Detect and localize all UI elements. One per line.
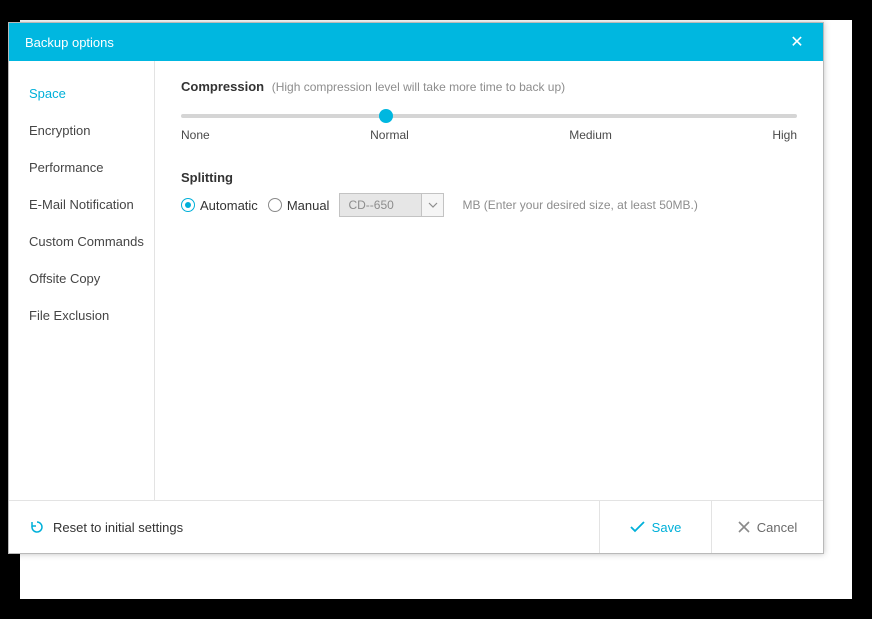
save-button[interactable]: Save bbox=[599, 501, 711, 553]
check-icon bbox=[630, 521, 645, 533]
compression-slider[interactable]: None Normal Medium High bbox=[181, 114, 797, 142]
sidebar-item-label: E-Mail Notification bbox=[29, 197, 134, 212]
size-select[interactable]: CD--650 bbox=[339, 193, 444, 217]
backup-options-dialog: Backup options ✕ Space Encryption Perfor… bbox=[8, 22, 824, 554]
sidebar-item-file-exclusion[interactable]: File Exclusion bbox=[9, 297, 154, 334]
sidebar-item-label: Encryption bbox=[29, 123, 90, 138]
slider-thumb[interactable] bbox=[379, 109, 393, 123]
sidebar-item-email-notification[interactable]: E-Mail Notification bbox=[9, 186, 154, 223]
slider-tick-label: Normal bbox=[370, 128, 409, 142]
sidebar-item-label: Offsite Copy bbox=[29, 271, 100, 286]
size-note: MB (Enter your desired size, at least 50… bbox=[462, 198, 697, 212]
radio-icon bbox=[181, 198, 195, 212]
sidebar: Space Encryption Performance E-Mail Noti… bbox=[9, 61, 154, 500]
sidebar-item-performance[interactable]: Performance bbox=[9, 149, 154, 186]
radio-automatic[interactable]: Automatic bbox=[181, 198, 258, 213]
cancel-label: Cancel bbox=[757, 520, 797, 535]
cancel-button[interactable]: Cancel bbox=[711, 501, 823, 553]
reset-label: Reset to initial settings bbox=[53, 520, 183, 535]
sidebar-item-space[interactable]: Space bbox=[9, 75, 154, 112]
splitting-label: Splitting bbox=[181, 170, 797, 185]
radio-icon bbox=[268, 198, 282, 212]
compression-hint: (High compression level will take more t… bbox=[272, 80, 565, 94]
dialog-titlebar: Backup options ✕ bbox=[9, 23, 823, 61]
slider-tick-label: Medium bbox=[569, 128, 612, 142]
sidebar-item-offsite-copy[interactable]: Offsite Copy bbox=[9, 260, 154, 297]
reset-icon bbox=[29, 519, 45, 535]
compression-label: Compression bbox=[181, 79, 264, 94]
dialog-footer: Reset to initial settings Save Cancel bbox=[9, 501, 823, 553]
radio-manual[interactable]: Manual bbox=[268, 198, 330, 213]
sidebar-item-label: Space bbox=[29, 86, 66, 101]
dialog-title: Backup options bbox=[25, 35, 783, 50]
slider-tick-label: High bbox=[772, 128, 797, 142]
radio-label: Manual bbox=[287, 198, 330, 213]
close-icon: ✕ bbox=[790, 32, 803, 52]
sidebar-item-label: File Exclusion bbox=[29, 308, 109, 323]
slider-tick-labels: None Normal Medium High bbox=[181, 128, 797, 142]
sidebar-item-encryption[interactable]: Encryption bbox=[9, 112, 154, 149]
sidebar-item-label: Custom Commands bbox=[29, 234, 144, 249]
compression-section: Compression (High compression level will… bbox=[181, 79, 797, 142]
reset-button[interactable]: Reset to initial settings bbox=[9, 501, 599, 553]
slider-track bbox=[181, 114, 797, 118]
sidebar-item-custom-commands[interactable]: Custom Commands bbox=[9, 223, 154, 260]
close-button[interactable]: ✕ bbox=[783, 28, 811, 56]
size-select-value: CD--650 bbox=[340, 194, 421, 216]
content-panel: Compression (High compression level will… bbox=[154, 61, 823, 500]
radio-label: Automatic bbox=[200, 198, 258, 213]
save-label: Save bbox=[652, 520, 682, 535]
slider-tick-label: None bbox=[181, 128, 210, 142]
splitting-section: Splitting Automatic Manual CD--650 bbox=[181, 170, 797, 217]
sidebar-item-label: Performance bbox=[29, 160, 103, 175]
x-icon bbox=[738, 521, 750, 533]
chevron-down-icon bbox=[421, 194, 443, 216]
